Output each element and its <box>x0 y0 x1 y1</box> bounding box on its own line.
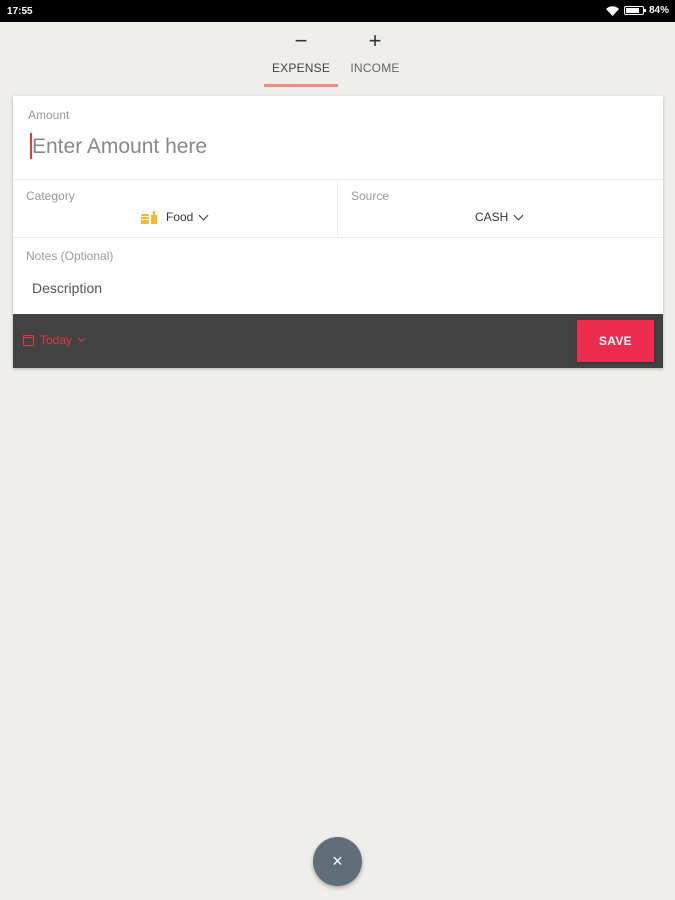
notes-input[interactable] <box>30 276 634 300</box>
divider <box>13 237 663 238</box>
minus-icon: − <box>294 28 308 53</box>
save-button[interactable]: SAVE <box>577 320 654 362</box>
close-icon: × <box>332 851 343 871</box>
category-label: Category <box>26 189 75 203</box>
chevron-down-icon <box>513 210 524 220</box>
battery-percent: 84% <box>648 5 669 16</box>
notes-label: Notes (Optional) <box>26 249 114 263</box>
tab-expense[interactable]: − EXPENSE <box>263 28 339 86</box>
category-value: Food <box>166 210 194 224</box>
amount-input[interactable] <box>30 132 632 162</box>
selected-tab-indicator <box>264 84 338 87</box>
calendar-icon <box>23 334 34 346</box>
status-time: 17:55 <box>7 6 33 17</box>
battery-level <box>625 8 640 13</box>
category-dropdown[interactable]: Food <box>141 210 209 224</box>
transaction-form-card: Amount Category Food Source CASH Notes (… <box>13 96 663 368</box>
food-icon <box>141 211 157 224</box>
amount-label: Amount <box>28 108 70 122</box>
wifi-icon <box>605 5 619 16</box>
status-indicators: 84% <box>605 5 669 16</box>
status-bar: 17:55 84% <box>0 0 675 22</box>
chevron-down-icon <box>77 334 86 343</box>
close-fab[interactable]: × <box>313 837 362 886</box>
tab-income-label: INCOME <box>350 61 400 75</box>
source-value: CASH <box>475 210 509 224</box>
source-dropdown[interactable]: CASH <box>475 210 524 224</box>
plus-icon: + <box>368 28 382 53</box>
date-picker[interactable]: Today <box>23 333 86 347</box>
tab-expense-label: EXPENSE <box>271 61 331 75</box>
chevron-down-icon <box>198 210 209 220</box>
transaction-type-tabs: − EXPENSE + INCOME <box>0 28 675 88</box>
divider <box>337 180 338 237</box>
date-value: Today <box>40 333 73 347</box>
tab-income[interactable]: + INCOME <box>337 28 413 86</box>
battery-icon <box>623 6 646 15</box>
action-bar: Today SAVE <box>13 314 663 368</box>
source-label: Source <box>351 189 390 203</box>
divider <box>13 179 663 180</box>
